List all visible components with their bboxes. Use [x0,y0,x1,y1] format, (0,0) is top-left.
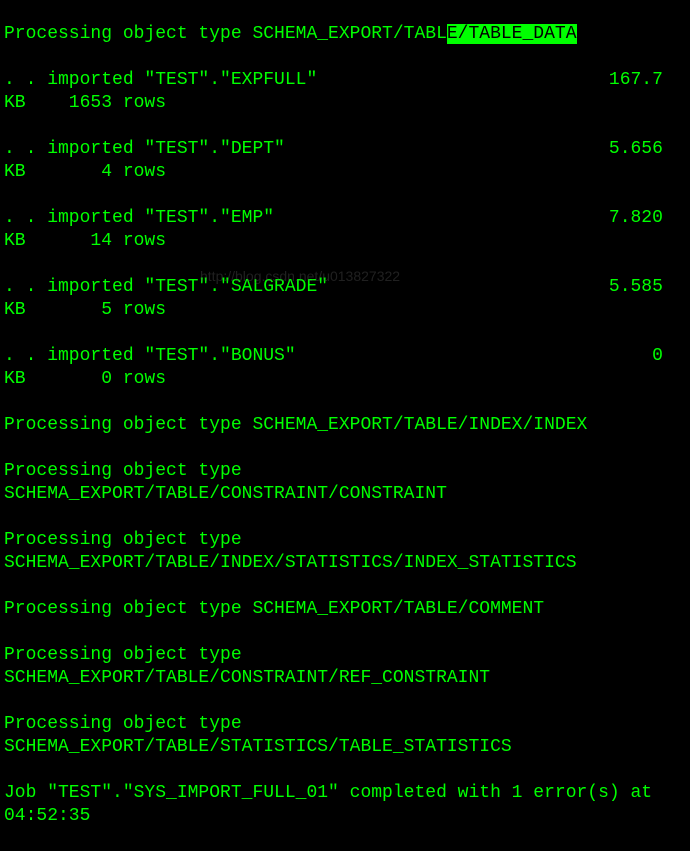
processing-line-ref-constraint: Processing object type SCHEMA_EXPORT/TAB… [4,644,686,690]
processing-line-table-data: Processing object type SCHEMA_EXPORT/TAB… [4,23,686,46]
import-row-salgrade: . . imported "TEST"."SALGRADE" 5.585 KB … [4,276,686,322]
import-row-expfull: . . imported "TEST"."EXPFULL" 167.7 KB 1… [4,69,686,115]
import-row-emp: . . imported "TEST"."EMP" 7.820 KB 14 ro… [4,207,686,253]
highlighted-selection: E/TABLE_DATA [447,24,577,44]
terminal-output: Processing object type SCHEMA_EXPORT/TAB… [4,0,686,851]
processing-line-comment: Processing object type SCHEMA_EXPORT/TAB… [4,598,686,621]
processing-line-index: Processing object type SCHEMA_EXPORT/TAB… [4,414,686,437]
processing-line-constraint: Processing object type SCHEMA_EXPORT/TAB… [4,460,686,506]
processing-text-prefix: Processing object type SCHEMA_EXPORT/TAB… [4,24,447,44]
processing-line-index-stats: Processing object type SCHEMA_EXPORT/TAB… [4,529,686,575]
import-row-dept: . . imported "TEST"."DEPT" 5.656 KB 4 ro… [4,138,686,184]
import-row-bonus: . . imported "TEST"."BONUS" 0 KB 0 rows [4,345,686,391]
job-completion-line: Job "TEST"."SYS_IMPORT_FULL_01" complete… [4,782,686,828]
processing-line-table-stats: Processing object type SCHEMA_EXPORT/TAB… [4,713,686,759]
